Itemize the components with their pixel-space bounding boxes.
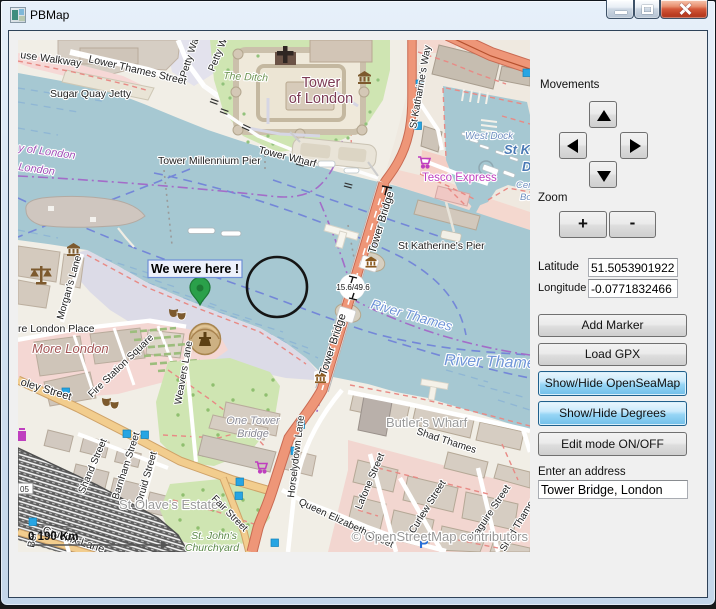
svg-text:Churchyard: Churchyard (185, 542, 240, 552)
svg-text:05: 05 (20, 485, 29, 494)
svg-text:re London Place: re London Place (18, 323, 95, 335)
svg-text:St Katherine's Pier: St Katherine's Pier (398, 240, 485, 252)
svg-text:Tesco Express: Tesco Express (422, 172, 497, 184)
svg-text:Tower Millennium Pier: Tower Millennium Pier (158, 155, 261, 167)
svg-text:0 190 Km: 0 190 Km (28, 531, 79, 543)
svg-text:More London: More London (32, 341, 109, 356)
svg-text:River Thames: River Thames (444, 352, 530, 372)
svg-text:We were here !: We were here ! (151, 262, 239, 276)
svg-text:Butler's Wharf: Butler's Wharf (386, 415, 468, 430)
svg-text:St Ka: St Ka (504, 142, 530, 157)
svg-text:© OpenStreetMap contributors: © OpenStreetMap contributors (352, 529, 529, 544)
svg-text:D: D (522, 159, 530, 174)
svg-text:Bridge: Bridge (237, 428, 269, 440)
svg-text:St. John's: St. John's (191, 530, 238, 542)
svg-text:15.6/49.6: 15.6/49.6 (336, 283, 370, 292)
svg-text:of London: of London (289, 91, 354, 107)
svg-text:One Tower: One Tower (226, 415, 281, 427)
svg-text:West Dock: West Dock (465, 131, 514, 142)
svg-text:St Olave's Estate: St Olave's Estate (119, 497, 218, 512)
svg-text:Tower: Tower (302, 75, 341, 91)
svg-text:Cent: Cent (516, 180, 530, 191)
svg-text:The Ditch: The Ditch (223, 70, 269, 84)
svg-text:Bo: Bo (520, 192, 530, 203)
svg-text:Sugar Quay Jetty: Sugar Quay Jetty (50, 88, 132, 100)
